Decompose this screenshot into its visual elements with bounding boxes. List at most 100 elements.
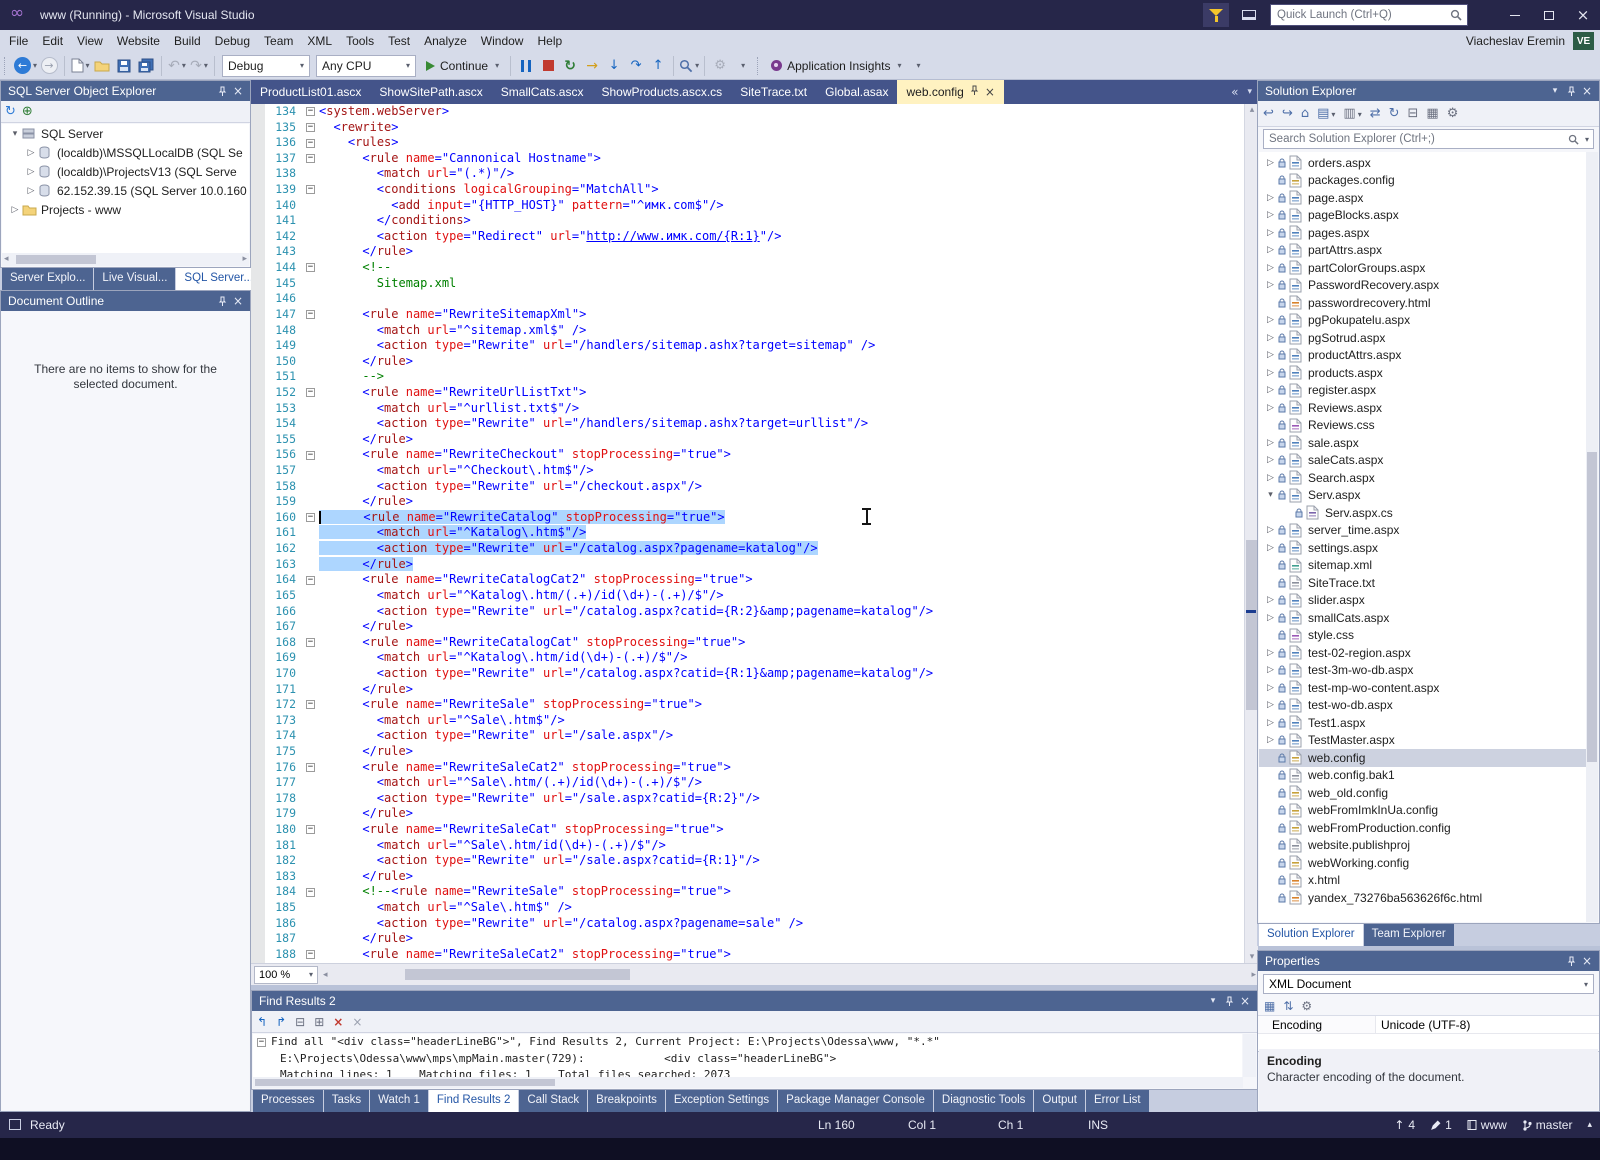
breakpoint-margin[interactable] — [251, 135, 265, 151]
tree-item-partattrs-aspx[interactable]: ▷ partAttrs.aspx — [1259, 242, 1586, 260]
tree-collapse-icon[interactable]: ▷ — [1263, 158, 1278, 168]
tree-item-test1-aspx[interactable]: ▷ Test1.aspx — [1259, 714, 1586, 732]
background-tasks-icon[interactable] — [9, 1119, 21, 1130]
breakpoint-margin[interactable] — [251, 822, 265, 838]
code-line[interactable]: <match url="^sitemap.xml$" /> — [319, 323, 1258, 339]
tree-collapse-icon[interactable]: ▷ — [1263, 403, 1278, 413]
breakpoint-margin[interactable] — [251, 369, 265, 385]
breakpoint-margin[interactable] — [251, 587, 265, 604]
menu-test[interactable]: Test — [381, 31, 417, 51]
tree-collapse-icon[interactable]: ▷ — [1263, 473, 1278, 483]
break-all-button[interactable] — [515, 54, 537, 78]
breakpoint-margin[interactable] — [251, 213, 265, 229]
breakpoint-margin[interactable] — [251, 447, 265, 464]
line-indicator[interactable]: Ln 160 — [818, 1112, 855, 1138]
breakpoint-margin[interactable] — [251, 541, 265, 557]
find-result-line[interactable]: E:\Projects\Odessa\www\mps\mpMain.master… — [253, 1051, 1242, 1068]
code-line[interactable]: <rule name="RewriteSaleCat2" stopProcess… — [319, 760, 1258, 776]
scroll-left-icon[interactable]: ◂ — [323, 964, 328, 986]
editor-tab-showproducts-ascx-cs[interactable]: ShowProducts.ascx.cs — [592, 80, 731, 104]
code-line[interactable]: Sitemap.xml — [319, 276, 1258, 292]
pin-icon[interactable] — [1221, 996, 1237, 1007]
code-line[interactable]: <action type="Rewrite" url="/handlers/si… — [319, 416, 1258, 432]
fold-collapse-icon[interactable]: − — [302, 697, 319, 713]
code-line[interactable]: <match url="^Katalog\.htm$"/> — [319, 525, 1258, 541]
fold-collapse-icon[interactable]: − — [302, 884, 319, 900]
properties-icon[interactable]: ⚙ — [1447, 106, 1459, 121]
tree-collapse-icon[interactable]: ▷ — [1263, 735, 1278, 745]
pin-icon[interactable] — [214, 296, 230, 307]
panel-tab-watch-1[interactable]: Watch 1 — [370, 1090, 428, 1112]
forward-icon[interactable]: ↪ — [1282, 106, 1293, 121]
tree-item-partcolorgroups-aspx[interactable]: ▷ partColorGroups.aspx — [1259, 259, 1586, 277]
pending-changes-filter-icon[interactable]: ▥ ▾ — [1343, 106, 1361, 121]
tree-expanded-icon[interactable]: ▾ — [1263, 490, 1278, 500]
tree-collapse-icon[interactable]: ▷ — [1263, 438, 1278, 448]
panel-tab-live-visual[interactable]: Live Visual... — [94, 268, 176, 290]
breakpoint-margin[interactable] — [251, 197, 265, 214]
pin-icon[interactable] — [214, 86, 230, 97]
breakpoint-margin[interactable] — [251, 291, 265, 307]
breakpoint-margin[interactable] — [251, 431, 265, 448]
tree-item-webfromproduction-config[interactable]: webFromProduction.config — [1259, 819, 1586, 837]
breakpoint-margin[interactable] — [251, 509, 265, 526]
clear-all-icon[interactable]: × — [333, 1015, 343, 1029]
code-line[interactable]: <match url="^Sale\.htm$"/> — [319, 713, 1258, 729]
user-name[interactable]: Viacheslav Eremin — [1466, 34, 1565, 48]
step-out-button[interactable]: ↑ — [647, 54, 669, 78]
tree-item-web-old-config[interactable]: web_old.config — [1259, 784, 1586, 802]
code-line[interactable]: <action type="Rewrite" url="/catalog.asp… — [319, 541, 1258, 557]
code-line[interactable]: <system.webServer> — [319, 104, 1258, 120]
panel-header[interactable]: SQL Server Object Explorer × — [1, 81, 250, 101]
menu-help[interactable]: Help — [530, 31, 569, 51]
find-result-line[interactable]: − Find all "<div class="headerLineBG">", … — [253, 1034, 1242, 1051]
code-line[interactable]: <conditions logicalGrouping="MatchAll"> — [319, 182, 1258, 198]
code-line[interactable] — [319, 291, 1258, 307]
goto-previous-location-icon[interactable]: ↰ — [257, 1015, 267, 1029]
close-icon[interactable]: × — [230, 294, 246, 308]
breakpoint-margin[interactable] — [251, 494, 265, 510]
menu-edit[interactable]: Edit — [35, 31, 70, 51]
tree-item-pgsotrud-aspx[interactable]: ▷ pgSotrud.aspx — [1259, 329, 1586, 347]
tree-collapse-icon[interactable]: ▷ — [1263, 350, 1278, 360]
vertical-scrollbar[interactable] — [1243, 1034, 1256, 1077]
fold-collapse-icon[interactable]: − — [302, 635, 319, 651]
active-files-list-icon[interactable]: ▾ — [1247, 87, 1252, 97]
panel-header[interactable]: Find Results 2 ▾ × — [252, 991, 1257, 1011]
column-indicator[interactable]: Col 1 — [908, 1112, 936, 1138]
add-sql-server-icon[interactable]: ⊕ — [22, 104, 33, 119]
breakpoint-margin[interactable] — [251, 915, 265, 932]
code-line[interactable]: <match url="^Katalog\.htm/(.+)/id(\d+)-(… — [319, 588, 1258, 604]
fold-collapse-icon[interactable]: − — [302, 822, 319, 838]
window-position-icon[interactable]: ▾ — [1547, 86, 1563, 96]
tree-item-test-wo-db-aspx[interactable]: ▷ test-wo-db.aspx — [1259, 697, 1586, 715]
menu-tools[interactable]: Tools — [339, 31, 381, 51]
code-line[interactable]: <match url="^Checkout\.htm$"/> — [319, 463, 1258, 479]
breakpoint-margin[interactable] — [251, 572, 265, 588]
panel-tab-call-stack[interactable]: Call Stack — [519, 1090, 588, 1112]
save-button[interactable] — [113, 54, 135, 78]
menu-xml[interactable]: XML — [300, 31, 339, 51]
code-line[interactable]: <action type="Rewrite" url="/checkout.as… — [319, 479, 1258, 495]
object-selector-dropdown[interactable]: XML Document ▾ — [1263, 974, 1594, 994]
panel-tab-find-results-2[interactable]: Find Results 2 — [428, 1090, 519, 1112]
continue-button[interactable]: Continue ▾ — [419, 54, 506, 78]
tree-item-style-css[interactable]: style.css — [1259, 627, 1586, 645]
scroll-right-icon[interactable]: ▸ — [1251, 964, 1256, 986]
breakpoint-margin[interactable] — [251, 150, 265, 167]
tree-collapse-icon[interactable]: ▷ — [1263, 665, 1278, 675]
code-line[interactable]: <action type="Rewrite" url="/sale.aspx?c… — [319, 853, 1258, 869]
scrollbar-thumb[interactable] — [255, 1079, 555, 1086]
close-icon[interactable]: × — [230, 84, 246, 98]
tree-item-orders-aspx[interactable]: ▷ orders.aspx — [1259, 154, 1586, 172]
breakpoint-margin[interactable] — [251, 275, 265, 292]
editor-tab-productlist01-ascx[interactable]: ProductList01.ascx — [251, 80, 370, 104]
breakpoint-margin[interactable] — [251, 650, 265, 666]
menu-window[interactable]: Window — [474, 31, 531, 51]
tree-item-passwordrecovery-html[interactable]: passwordrecovery.html — [1259, 294, 1586, 312]
fold-collapse-icon[interactable]: − — [302, 447, 319, 463]
undo-button[interactable]: ↶ ▾ — [166, 54, 188, 78]
pin-icon[interactable] — [970, 85, 979, 99]
breakpoint-margin[interactable] — [251, 790, 265, 807]
feedback-filter-icon[interactable] — [1203, 3, 1229, 27]
